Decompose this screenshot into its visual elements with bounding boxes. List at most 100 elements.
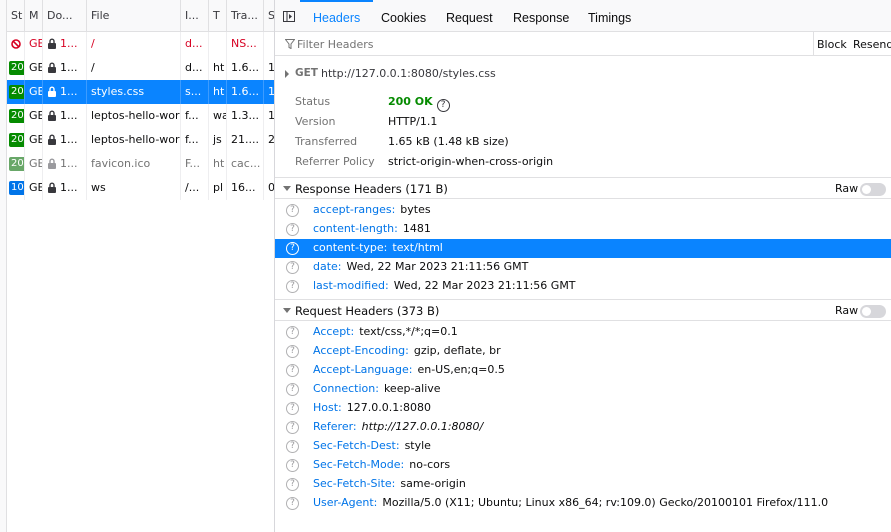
header-row[interactable]: ? last-modified: Wed, 22 Mar 2023 21:11:56… [275,277,891,296]
request-row[interactable]: 20 GE 1... styles.css s... ht 1.6... 1 [7,80,274,104]
request-cell-status: 20 [7,152,25,176]
request-cell-initiator: s... [181,80,209,104]
tab-timings[interactable]: Timings [575,0,644,32]
request-cell-method: GE [25,152,43,176]
header-line: User-Agent: Mozilla/5.0 (X11; Ubuntu; Lin… [313,496,828,509]
block-button[interactable]: Block [813,32,849,56]
col-size[interactable]: S [264,0,274,32]
header-row[interactable]: ? Sec-Fetch-Dest: style [275,437,891,456]
request-cell-domain: 1... [43,152,87,176]
request-row[interactable]: 20 GE 1... / d... ht 1.6... 1 [7,56,274,80]
summary-transferred-label: Transferred [295,135,358,148]
header-row[interactable]: ? Sec-Fetch-Site: same-origin [275,475,891,494]
header-row[interactable]: ? Host: 127.0.0.1:8080 [275,399,891,418]
request-cell-method: GE [25,176,43,200]
request-headers-list: ? Accept: text/css,*/*;q=0.1? Accept-Encodi… [275,321,891,513]
resend-button[interactable]: Resend [850,32,891,56]
status-badge: 20 [9,109,24,123]
header-line: Host: 127.0.0.1:8080 [313,401,431,414]
request-cell-type: wa [209,104,227,128]
question-icon[interactable]: ? [286,326,299,339]
header-row[interactable]: ? Sec-Fetch-Mode: no-cors [275,456,891,475]
header-name: Sec-Fetch-Site: [313,477,396,490]
question-icon[interactable]: ? [286,421,299,434]
header-row[interactable]: ? date: Wed, 22 Mar 2023 21:11:56 GMT [275,258,891,277]
question-icon[interactable]: ? [436,99,450,112]
request-cell-type: ht [209,152,227,176]
col-type[interactable]: T [209,0,227,32]
request-domain: 1... [60,181,78,194]
question-icon[interactable]: ? [286,497,299,510]
question-icon[interactable]: ? [286,478,299,491]
request-cell-size: 0 [264,176,274,200]
sidebar-toggle-icon[interactable] [283,11,295,22]
question-icon[interactable]: ? [286,440,299,453]
header-name: Accept-Language: [313,363,413,376]
col-domain[interactable]: Do... [43,0,87,32]
question-icon[interactable]: ? [286,223,299,236]
request-headers-section[interactable]: Request Headers (373 B) Raw [275,299,891,321]
status-badge: 20 [9,133,24,147]
header-line: Connection: keep-alive [313,382,441,395]
header-value: Wed, 22 Mar 2023 21:11:56 GMT [346,260,529,273]
tab-cookies[interactable]: Cookies [368,0,439,32]
question-icon[interactable]: ? [286,280,299,293]
header-row[interactable]: ? content-length: 1481 [275,220,891,239]
response-headers-section[interactable]: Response Headers (171 B) Raw [275,177,891,199]
request-url-summary[interactable]: GET http://127.0.0.1:8080/styles.css [275,56,891,92]
summary-status: Status 200 OK? [275,92,891,112]
col-status[interactable]: St [7,0,25,32]
request-cell-transferred: 1.6... [227,56,264,80]
request-cell-transferred: 1.3... [227,104,264,128]
response-raw-toggle[interactable] [860,183,886,196]
collapse-arrow-icon[interactable] [283,308,291,313]
tab-headers[interactable]: Headers [300,0,374,32]
question-icon[interactable]: ? [286,204,299,217]
request-cell-file: leptos-hello-world [87,104,181,128]
request-cell-domain: 1... [43,56,87,80]
lock-icon [48,62,56,73]
header-row[interactable]: ? Referer: http://127.0.0.1:8080/ [275,418,891,437]
tab-request[interactable]: Request [433,0,506,32]
header-row[interactable]: ? User-Agent: Mozilla/5.0 (X11; Ubuntu; Li… [275,494,891,513]
header-row[interactable]: ? content-type: text/html [275,239,891,258]
request-row[interactable]: 20 GE 1... leptos-hello-world f... js 21.... 2 [7,128,274,152]
request-row[interactable]: 20GE 1... leptos-hello-worldf...wa1.3...1 [7,104,274,128]
request-row[interactable]: 20 GE 1... favicon.ico F... ht cac... [7,152,274,176]
request-list: St M Do... File I... T Tra... S GE 1... / d… [7,0,275,532]
expand-arrow-icon[interactable] [285,70,289,78]
collapse-arrow-icon[interactable] [283,186,291,191]
col-method[interactable]: M [25,0,43,32]
question-icon[interactable]: ? [286,383,299,396]
request-cell-transferred: 1.6... [227,80,264,104]
col-initiator[interactable]: I... [181,0,209,32]
request-row[interactable]: 10 GE 1... ws/... pl 16... 0 [7,176,274,200]
header-row[interactable]: ? Accept-Encoding: gzip, deflate, br [275,342,891,361]
question-icon[interactable]: ? [286,364,299,377]
request-cell-method: GE [25,128,43,152]
header-row[interactable]: ? accept-ranges: bytes [275,201,891,220]
header-line: Sec-Fetch-Site: same-origin [313,477,466,490]
tab-response[interactable]: Response [500,0,582,32]
details-panel: Headers Cookies Request Response Timings… [275,0,891,532]
header-row[interactable]: ? Accept: text/css,*/*;q=0.1 [275,323,891,342]
request-cell-domain: 1... [43,80,87,104]
question-icon[interactable]: ? [286,345,299,358]
request-cell-size [264,32,274,56]
header-row[interactable]: ? Connection: keep-alive [275,380,891,399]
request-raw-toggle[interactable] [860,305,886,318]
header-value: bytes [400,203,431,216]
request-cell-domain: 1... [43,176,87,200]
question-icon[interactable]: ? [286,459,299,472]
question-icon[interactable]: ? [286,261,299,274]
request-cell-size: 1 [264,56,274,80]
question-icon[interactable]: ? [286,402,299,415]
filter-headers-input[interactable] [297,35,807,53]
request-domain: 1... [60,109,78,122]
request-row[interactable]: GE 1... / d... NS... [7,32,274,56]
request-domain: 1... [60,133,78,146]
col-file[interactable]: File [87,0,181,32]
header-row[interactable]: ? Accept-Language: en-US,en;q=0.5 [275,361,891,380]
question-icon[interactable]: ? [286,242,299,255]
col-transferred[interactable]: Tra... [227,0,264,32]
